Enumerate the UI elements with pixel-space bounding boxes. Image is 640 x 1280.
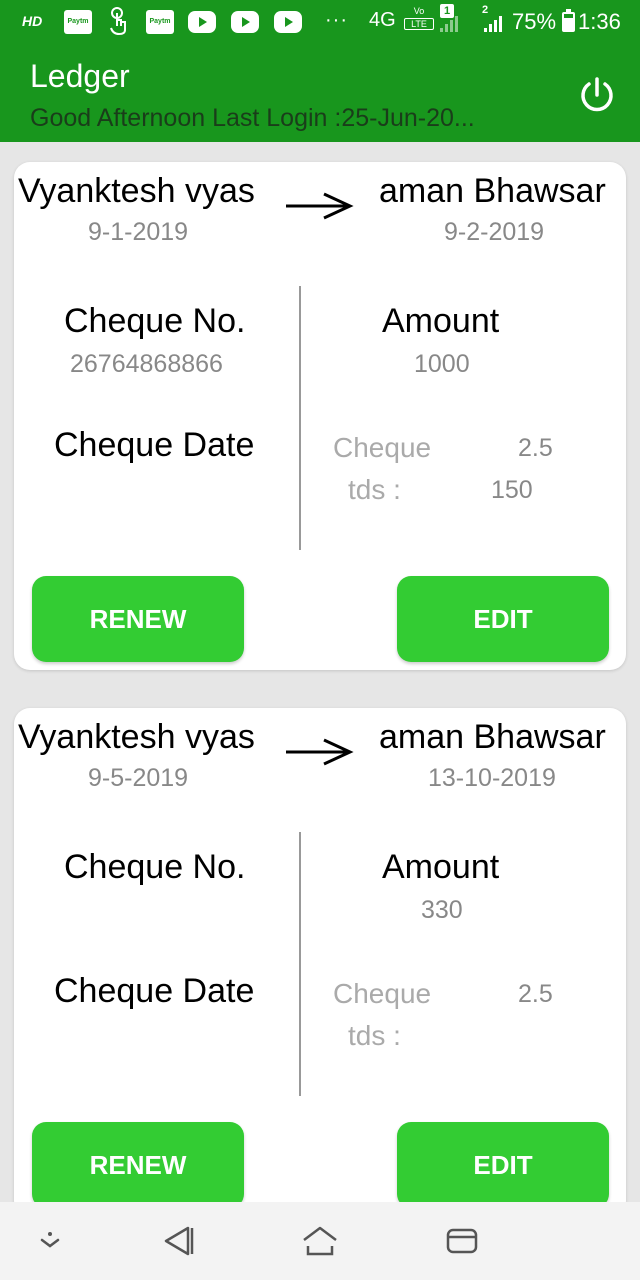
tds-value: 150 <box>491 476 533 504</box>
renew-button[interactable]: RENEW <box>32 576 244 662</box>
cheque-no-value: 26764868866 <box>70 350 223 378</box>
renew-button[interactable]: RENEW <box>32 1122 244 1202</box>
youtube-icon <box>188 11 216 33</box>
to-date: 13-10-2019 <box>428 764 556 792</box>
amount-label: Amount <box>382 302 500 340</box>
ledger-list[interactable]: Vyanktesh vyas 9-1-2019 aman Bhawsar 9-2… <box>0 142 640 1202</box>
paytm-icon: Paytm <box>64 10 92 34</box>
greeting-text: Good Afternoon Last Login :25-Jun-20... <box>30 104 475 132</box>
edit-button[interactable]: EDIT <box>397 576 609 662</box>
amount-value: 1000 <box>414 350 470 378</box>
to-name: aman Bhawsar <box>379 718 606 756</box>
cheque-date-label: Cheque Date <box>54 972 255 1010</box>
signal-icon <box>440 14 464 32</box>
tds-label: tds : <box>348 474 401 505</box>
home-icon[interactable] <box>300 1224 340 1258</box>
cheque-label: Cheque <box>333 978 432 1009</box>
cheque-value: 2.5 <box>518 980 553 1008</box>
app-title: Ledger <box>30 58 130 94</box>
battery-percent: 75% <box>512 9 557 34</box>
clock: 1:36 <box>578 9 621 34</box>
from-name: Vyanktesh vyas <box>18 172 255 210</box>
from-name: Vyanktesh vyas <box>18 718 255 756</box>
cheque-label: Cheque <box>333 432 432 463</box>
youtube-icon <box>231 11 259 33</box>
power-icon[interactable] <box>574 72 620 118</box>
ledger-card: Vyanktesh vyas 9-1-2019 aman Bhawsar 9-2… <box>14 162 626 670</box>
amount-value: 330 <box>421 896 463 924</box>
navigation-bar <box>0 1202 640 1280</box>
battery-icon <box>562 9 575 32</box>
to-name: aman Bhawsar <box>379 172 606 210</box>
amount-label: Amount <box>382 848 500 886</box>
arrow-right-icon <box>286 738 354 766</box>
edit-button[interactable]: EDIT <box>397 1122 609 1202</box>
youtube-icon <box>274 11 302 33</box>
status-bar: HD Paytm Paytm ··· 4G Vo LTE 1 2 75% 1:36 <box>0 0 640 44</box>
touch-icon <box>110 7 126 36</box>
signal-icon <box>484 14 508 32</box>
recents-icon[interactable] <box>442 1224 482 1258</box>
from-date: 9-5-2019 <box>88 764 189 792</box>
divider <box>299 286 301 550</box>
cheque-value: 2.5 <box>518 434 553 462</box>
collapse-icon[interactable] <box>30 1224 70 1258</box>
volte-icon: Vo LTE <box>404 6 434 38</box>
cheque-date-label: Cheque Date <box>54 426 255 464</box>
from-date: 9-1-2019 <box>88 218 189 246</box>
back-icon[interactable] <box>158 1224 198 1258</box>
to-date: 9-2-2019 <box>444 218 545 246</box>
more-icon: ··· <box>325 9 348 31</box>
network-type: 4G <box>369 9 396 31</box>
paytm-icon: Paytm <box>146 10 174 34</box>
app-bar: Ledger Good Afternoon Last Login :25-Jun… <box>0 44 640 142</box>
cheque-no-label: Cheque No. <box>64 848 246 886</box>
divider <box>299 832 301 1096</box>
tds-label: tds : <box>348 1020 401 1051</box>
app-root: HD Paytm Paytm ··· 4G Vo LTE 1 2 75% 1:36… <box>0 0 640 1280</box>
cheque-no-label: Cheque No. <box>64 302 246 340</box>
ledger-card: Vyanktesh vyas 9-5-2019 aman Bhawsar 13-… <box>14 708 626 1202</box>
hd-icon: HD <box>22 13 43 29</box>
arrow-right-icon <box>286 192 354 220</box>
